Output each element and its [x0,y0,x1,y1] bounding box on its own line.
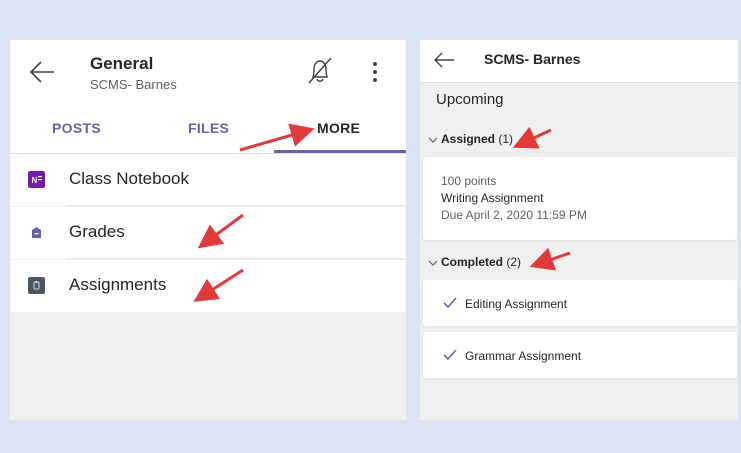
notebook-icon: N [28,171,45,188]
assignment-points: 100 points [441,174,497,188]
assignments-header: SCMS- Barnes [420,40,738,83]
list-item-label: Assignments [69,275,167,294]
completed-section-toggle[interactable]: Completed (2) [428,255,521,269]
list-item-label: Grades [69,222,125,241]
active-tab-indicator [274,150,406,153]
completed-item-label: Grammar Assignment [465,349,582,363]
assignments-panel: SCMS- Barnes Upcoming Assigned (1) 100 p… [420,40,738,420]
completed-item[interactable]: Grammar Assignment [423,332,737,378]
chevron-down-icon [428,137,438,143]
more-options-icon[interactable] [366,60,384,84]
grades-icon [32,227,41,238]
checkmark-icon [443,297,457,309]
tab-files[interactable]: FILES [188,120,229,136]
upcoming-heading: Upcoming [436,91,504,108]
section-label: Completed [441,255,504,269]
back-arrow-icon[interactable] [432,50,456,70]
list-item-grades[interactable]: Grades [10,207,406,259]
channel-panel: General SCMS- Barnes POSTS FILES MORE N … [10,40,406,420]
team-name: SCMS- Barnes [90,77,177,92]
svg-text:N: N [32,176,38,185]
bell-off-icon[interactable] [306,56,334,86]
assignment-name: Writing Assignment [441,191,544,205]
completed-item[interactable]: Editing Assignment [423,280,737,326]
section-count: (2) [506,255,522,269]
list-item-assignments[interactable]: Assignments [10,260,406,312]
section-count: (1) [498,132,514,146]
assigned-section-toggle[interactable]: Assigned (1) [428,132,513,146]
checkmark-icon [443,349,457,361]
tab-more[interactable]: MORE [317,120,360,136]
channel-title: General [90,54,154,73]
list-item-label: Class Notebook [69,169,190,188]
section-label: Assigned [441,132,496,146]
team-title: SCMS- Barnes [484,51,581,67]
chevron-down-icon [428,260,438,266]
assignment-card[interactable]: 100 points Writing Assignment Due April … [423,157,737,240]
list-item-class-notebook[interactable]: N Class Notebook [10,154,406,206]
back-arrow-icon[interactable] [28,58,56,86]
channel-tabs: POSTS FILES MORE [10,108,406,153]
divider [66,258,406,259]
assignments-icon [28,277,45,294]
channel-header: General SCMS- Barnes POSTS FILES MORE [10,40,406,154]
completed-item-label: Editing Assignment [465,297,568,311]
assignment-due-date: Due April 2, 2020 11:59 PM [441,208,587,222]
divider [66,205,406,206]
tab-posts[interactable]: POSTS [52,120,101,136]
